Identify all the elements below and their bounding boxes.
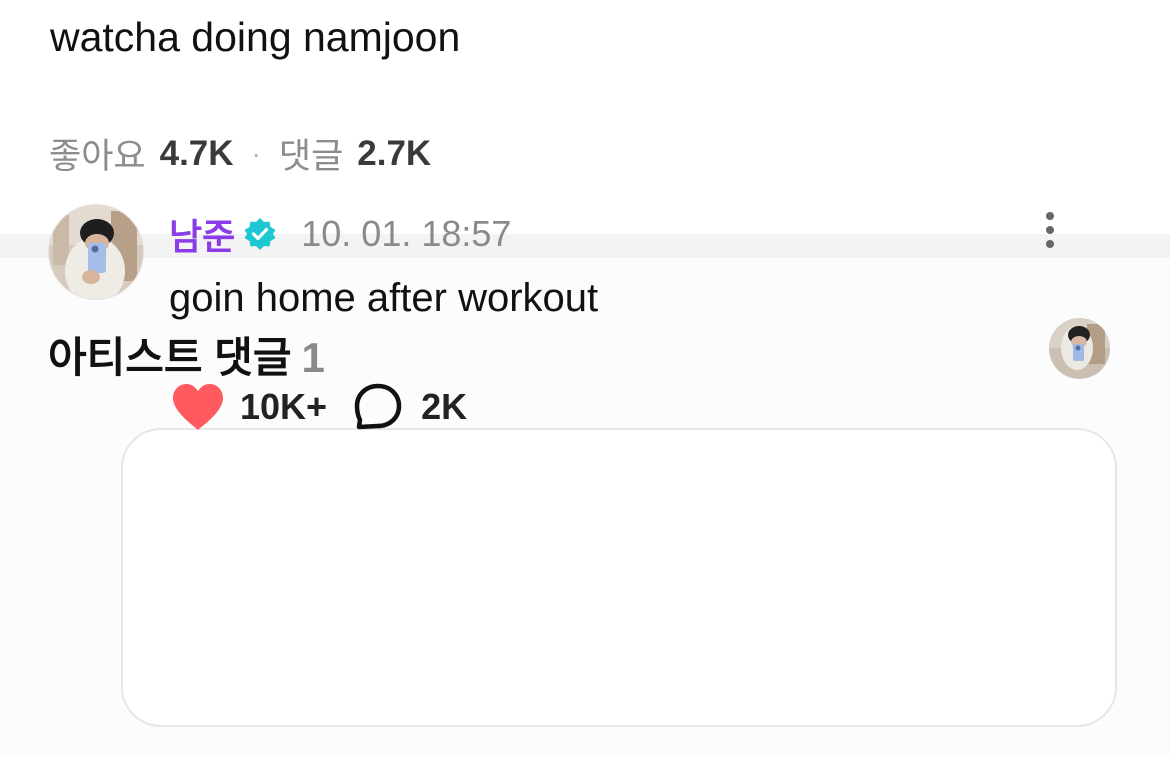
more-options-button[interactable] xyxy=(1038,210,1062,250)
comment-author-avatar[interactable] xyxy=(48,204,144,300)
like-button[interactable]: 10K+ xyxy=(170,382,327,432)
artist-comments-section: 아티스트 댓글 1 xyxy=(0,258,1170,757)
post-stats: 좋아요 4.7K · 댓글 2.7K xyxy=(49,128,431,179)
speech-bubble-icon xyxy=(354,383,402,430)
comment-author-name[interactable]: 남준 xyxy=(169,208,235,260)
stats-separator: · xyxy=(251,137,261,169)
reply-button[interactable]: 2K xyxy=(327,382,467,432)
likes-count[interactable]: 4.7K xyxy=(160,134,234,174)
verified-badge-icon xyxy=(243,217,277,251)
post-section: watcha doing namjoon 좋아요 4.7K · 댓글 2.7K xyxy=(0,0,1170,234)
artist-comments-count: 1 xyxy=(301,334,325,381)
comment-text: goin home after workout xyxy=(169,276,599,320)
artist-comment-card xyxy=(121,428,1117,727)
comment-reply-count: 2K xyxy=(421,386,468,427)
artist-comments-title: 아티스트 댓글 xyxy=(48,334,292,381)
likes-label[interactable]: 좋아요 xyxy=(49,128,146,179)
artist-comments-heading: 아티스트 댓글 1 xyxy=(48,324,325,385)
heart-icon xyxy=(173,384,223,430)
comment-actions: 10K+ 2K xyxy=(170,382,467,432)
comments-label[interactable]: 댓글 xyxy=(279,128,343,179)
comment-header: 남준 10. 01. 18:57 xyxy=(169,208,511,260)
comments-count[interactable]: 2.7K xyxy=(357,134,431,174)
post-text: watcha doing namjoon xyxy=(50,14,461,60)
comment-timestamp: 10. 01. 18:57 xyxy=(301,213,512,254)
comment-like-count: 10K+ xyxy=(240,386,328,427)
vertical-dots-icon xyxy=(1046,212,1054,248)
artist-avatar-small[interactable] xyxy=(1049,318,1110,379)
